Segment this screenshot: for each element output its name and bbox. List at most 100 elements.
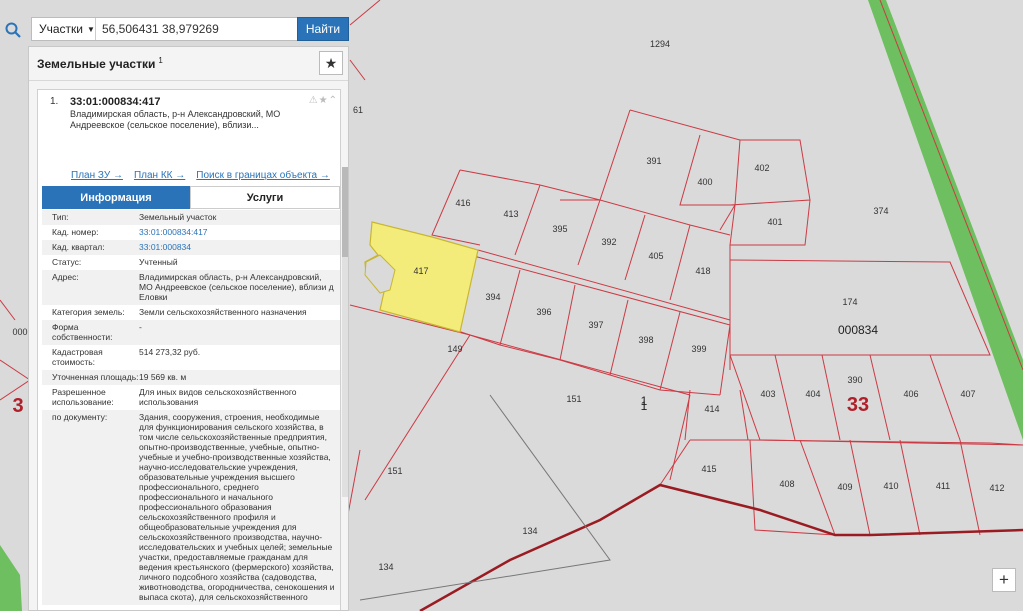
plot-label[interactable]: 410 — [883, 481, 898, 491]
tabs: Информация Услуги — [42, 186, 340, 209]
info-value: - — [139, 322, 142, 332]
info-key: Категория земель: — [52, 307, 125, 317]
plot-label[interactable]: 416 — [455, 198, 470, 208]
info-key: Адрес: — [52, 272, 79, 282]
plot-label[interactable]: 134 — [522, 526, 537, 536]
cadastral-number: 33:01:000834:417 — [70, 96, 161, 108]
plot-label[interactable]: 151 — [387, 466, 402, 476]
plot-label[interactable]: 151 — [566, 394, 581, 404]
result-count: 1 — [158, 56, 163, 65]
plot-label[interactable]: 392 — [601, 237, 616, 247]
plot-label[interactable]: 406 — [903, 389, 918, 399]
search-type-label: Участки — [39, 22, 83, 36]
plot-label[interactable]: 149 — [447, 344, 462, 354]
object-links: План ЗУ → План КК → Поиск в границах объек… — [71, 170, 341, 181]
info-key: Тип: — [52, 212, 69, 222]
plot-label[interactable]: 000834 — [838, 323, 878, 337]
result-card: 1. 33:01:000834:417 Владимирская область… — [37, 89, 341, 610]
plot-label[interactable]: 408 — [779, 479, 794, 489]
tab-information[interactable]: Информация — [42, 186, 190, 209]
info-row: Тип: Земельный участок — [42, 210, 340, 225]
info-row: Уточненная площадь: 19 569 кв. м — [42, 370, 340, 385]
plot-label[interactable]: 402 — [754, 163, 769, 173]
plan-kk-link[interactable]: План КК → — [134, 170, 185, 181]
favorite-button[interactable]: ★ — [319, 51, 343, 75]
plot-label[interactable]: 415 — [701, 464, 716, 474]
info-key: Уточненная площадь: — [52, 372, 139, 382]
info-key: Статус: — [52, 257, 82, 267]
info-value[interactable]: 33:01:000834:417 — [139, 227, 340, 237]
info-key: Кад. квартал: — [52, 242, 105, 252]
info-row: Разрешенное использование: Для иных видов… — [42, 385, 340, 410]
plot-label[interactable]: 413 — [503, 209, 518, 219]
plot-label[interactable]: 396 — [536, 307, 551, 317]
item-status-icons[interactable]: ⚠★⌃ — [309, 95, 338, 106]
info-value: Учтенный — [139, 257, 178, 267]
info-value: Для иных видов сельскохозяйственного исп… — [139, 387, 297, 407]
info-value: 514 273,32 руб. — [139, 347, 201, 357]
item-number: 1. — [50, 96, 59, 107]
panel-title: Земельные участки 1 — [37, 56, 163, 71]
plot-label[interactable]: 411 — [936, 481, 950, 491]
plot-label[interactable]: 414 — [704, 404, 719, 414]
info-row: Адрес: Владимирская область, р-н Александ… — [42, 270, 340, 305]
info-value: Владимирская область, р-н Александровски… — [139, 272, 334, 302]
plot-label[interactable]: 395 — [552, 224, 567, 234]
quarter-label: 3 — [12, 395, 23, 417]
info-key: Кад. номер: — [52, 227, 99, 237]
find-button[interactable]: Найти — [297, 17, 349, 41]
plot-label[interactable]: 412 — [989, 483, 1004, 493]
search-icon[interactable] — [0, 17, 26, 43]
search-type-select[interactable]: Участки ▼ — [32, 18, 96, 40]
plot-label[interactable]: 401 — [767, 217, 782, 227]
zoom-in-button[interactable]: + — [992, 568, 1016, 592]
plot-label[interactable]: 397 — [588, 320, 603, 330]
info-key: Разрешенное использование: — [52, 387, 114, 407]
info-row: Форма собственности: - — [42, 320, 340, 345]
plot-label[interactable]: 398 — [638, 335, 653, 345]
plot-label[interactable]: 409 — [837, 482, 852, 492]
info-value: Земельный участок — [139, 212, 217, 222]
plot-label[interactable]: 407 — [960, 389, 975, 399]
plot-label[interactable]: 390 — [847, 375, 862, 385]
plot-label[interactable]: 404 — [805, 389, 820, 399]
tab-services[interactable]: Услуги — [190, 186, 340, 209]
plot-label[interactable]: 400 — [697, 177, 712, 187]
info-row: Кадастровая стоимость: 514 273,32 руб. — [42, 345, 340, 370]
plot-label[interactable]: 417 — [413, 266, 428, 276]
plot-label[interactable]: 134 — [378, 562, 393, 572]
plot-label[interactable]: 000 — [12, 327, 27, 337]
info-key: Кадастровая стоимость: — [52, 347, 103, 367]
item-address: Владимирская область, р-н Александровски… — [70, 109, 281, 130]
search-in-bounds-link[interactable]: Поиск в границах объекта → — [196, 170, 330, 181]
info-value: Земли сельскохозяйственного назначения — [139, 307, 307, 317]
results-panel: Земельные участки 1 ★ 1. 33:01:000834:417… — [28, 46, 349, 611]
info-row: Кад. номер: 33:01:000834:417 — [42, 225, 340, 240]
plot-label[interactable]: 61 — [353, 105, 363, 115]
plot-label[interactable]: 405 — [648, 251, 663, 261]
scrollbar[interactable] — [342, 167, 348, 497]
info-row: Статус: Учтенный — [42, 255, 340, 270]
star-icon: ★ — [324, 54, 338, 71]
info-key: по документу: — [52, 412, 108, 422]
quarter-label: 1 — [641, 399, 648, 413]
info-value: 19 569 кв. м — [139, 372, 187, 382]
plot-label[interactable]: 1294 — [650, 39, 670, 49]
result-item[interactable]: 1. 33:01:000834:417 Владимирская область… — [38, 90, 340, 132]
plan-zu-link[interactable]: План ЗУ → — [71, 170, 123, 181]
plot-label[interactable]: 399 — [691, 344, 706, 354]
plot-label[interactable]: 394 — [485, 292, 500, 302]
info-value[interactable]: 33:01:000834 — [139, 242, 340, 252]
info-table: Тип: Земельный участок Кад. номер: 33:01:00… — [42, 210, 340, 605]
plot-label[interactable]: 374 — [873, 206, 888, 216]
chevron-down-icon: ▼ — [87, 24, 95, 34]
scrollbar-thumb[interactable] — [342, 167, 348, 257]
info-row: по документу: Здания, сооружения, строени… — [42, 410, 340, 605]
plot-label[interactable]: 418 — [695, 266, 710, 276]
info-key: Форма собственности: — [52, 322, 113, 342]
plot-label[interactable]: 403 — [760, 389, 775, 399]
panel-header: Земельные участки 1 ★ — [29, 47, 348, 81]
plot-label[interactable]: 174 — [842, 297, 857, 307]
info-row: Категория земель: Земли сельскохозяйствен… — [42, 305, 340, 320]
plot-label[interactable]: 391 — [646, 156, 661, 166]
